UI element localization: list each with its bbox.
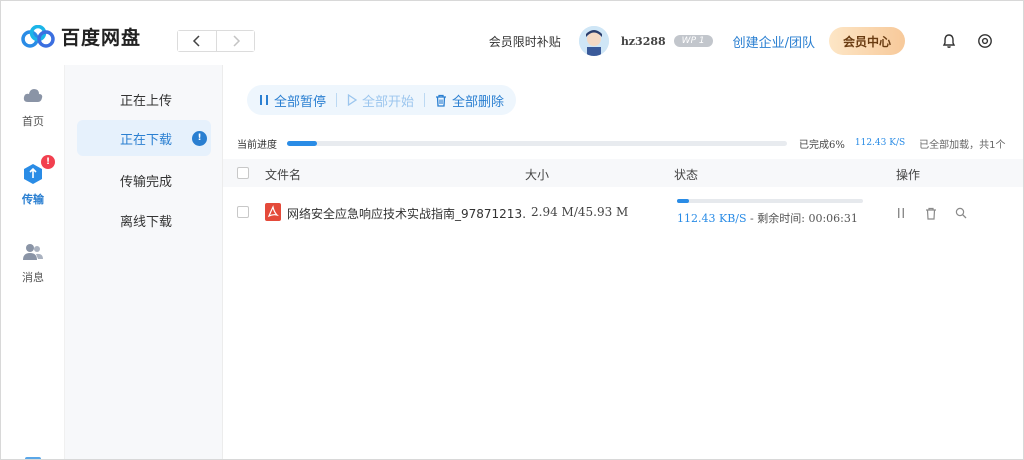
toolbar-divider [424, 93, 426, 107]
history-nav [177, 30, 255, 52]
loaded-count-text: 已全部加载，共1个 [919, 139, 1006, 151]
cloud-icon [22, 85, 44, 107]
member-center-button[interactable]: 会员中心 [828, 27, 905, 55]
trash-icon [435, 94, 447, 107]
transfer-subnav: 正在上传 正在下载 ! 传输完成 离线下载 [65, 65, 223, 459]
rail-label-messages: 消息 [22, 271, 44, 284]
settings-icon [978, 34, 992, 48]
row-progress-bar [677, 199, 863, 203]
subnav-label: 传输完成 [120, 174, 173, 190]
people-icon [22, 241, 44, 263]
delete-all-label: 全部删除 [452, 94, 505, 110]
logo-icon [21, 24, 55, 49]
row-checkbox[interactable] [237, 206, 249, 218]
overall-progress-bar [287, 140, 787, 146]
vip-badge[interactable]: WP 1 [673, 35, 713, 47]
select-all-checkbox[interactable] [237, 167, 249, 179]
pause-icon [898, 208, 904, 218]
progress-done-text: 已完成6% [799, 139, 845, 151]
start-all-button[interactable]: 全部开始 [347, 91, 414, 110]
transfer-badge: ! [41, 155, 55, 169]
baidu-netdisk-window: 百度网盘 会员限时补贴 hz3288 WP 1 创建企业/团队 会员中心 首页 … [0, 0, 1024, 460]
overall-speed: 112.43 K/S [854, 138, 906, 148]
row-locate-button[interactable] [953, 205, 969, 221]
search-icon [955, 207, 967, 219]
column-header-name[interactable]: 文件名 [265, 166, 301, 183]
column-header-status[interactable]: 状态 [674, 166, 698, 183]
subnav-label: 正在上传 [120, 93, 173, 109]
row-pause-button[interactable] [893, 205, 909, 221]
column-header-actions: 操作 [896, 168, 921, 182]
file-name[interactable]: 网络安全应急响应技术实战指南_97871213… [287, 205, 525, 222]
toolbar-divider [336, 93, 338, 107]
forward-button[interactable] [216, 31, 254, 51]
row-delete-button[interactable] [923, 205, 939, 221]
forward-arrow-icon [232, 35, 240, 47]
bell-icon [942, 34, 956, 48]
pause-icon [259, 94, 269, 106]
row-status: 112.43 KB/S - 剩余时间: 00:06:31 [677, 210, 858, 226]
trash-icon [926, 207, 936, 220]
column-header-size[interactable]: 大小 [525, 166, 549, 183]
transfer-icon [22, 163, 44, 185]
table-row[interactable]: 网络安全应急响应技术实战指南_97871213… 2.94 M/45.93 M … [223, 193, 1023, 233]
pause-all-label: 全部暂停 [274, 94, 327, 110]
progress-label: 当前进度 [237, 139, 277, 151]
promo-link[interactable]: 会员限时补贴 [489, 33, 561, 50]
rail-label-home: 首页 [22, 115, 44, 128]
subnav-label: 正在下载 [120, 132, 173, 148]
username[interactable]: hz3288 [621, 35, 666, 48]
header-right: 会员限时补贴 hz3288 WP 1 创建企业/团队 会员中心 [489, 25, 995, 57]
play-icon [347, 94, 358, 106]
back-button[interactable] [178, 31, 216, 51]
app-logo[interactable]: 百度网盘 [21, 23, 141, 50]
row-progress-fill [677, 199, 689, 203]
avatar[interactable] [578, 26, 609, 56]
row-remaining: - 剩余时间: 00:06:31 [746, 212, 858, 225]
delete-all-button[interactable]: 全部删除 [435, 91, 504, 110]
pdf-file-icon [265, 203, 281, 221]
overall-progress-fill [287, 140, 317, 146]
subnav-completed[interactable]: 传输完成 [77, 162, 211, 198]
subnav-label: 离线下载 [120, 214, 173, 230]
rail-item-home[interactable]: 首页 [1, 85, 65, 129]
top-bar: 百度网盘 会员限时补贴 hz3288 WP 1 创建企业/团队 会员中心 [1, 1, 1023, 65]
rail-item-messages[interactable]: 消息 [1, 241, 65, 285]
downloading-badge: ! [192, 131, 207, 146]
subnav-offline[interactable]: 离线下载 [77, 202, 211, 238]
rail-label-transfer: 传输 [22, 193, 44, 206]
batch-toolbar: 全部暂停 全部开始 全部删除 [247, 85, 517, 115]
table-header: 文件名 大小 状态 操作 [223, 159, 1023, 187]
row-speed: 112.43 KB/S [677, 212, 747, 225]
subnav-downloading[interactable]: 正在下载 ! [77, 120, 211, 156]
app-name: 百度网盘 [61, 27, 142, 49]
settings-button[interactable] [975, 31, 995, 51]
rail-item-transfer[interactable]: ! 传输 [1, 155, 65, 207]
left-rail: 首页 ! 传输 消息 [1, 65, 65, 459]
back-arrow-icon [192, 35, 200, 47]
notifications-button[interactable] [939, 31, 959, 51]
file-size: 2.94 M/45.93 M [531, 205, 629, 219]
start-all-label: 全部开始 [362, 94, 415, 110]
pause-all-button[interactable]: 全部暂停 [259, 91, 326, 110]
overall-progress: 当前进度 已完成6% 112.43 K/S 已全部加载，共1个 [237, 135, 1017, 151]
main-content: 全部暂停 全部开始 全部删除 当前进度 已完成6% 112.43 K/S 已全部… [223, 65, 1023, 459]
create-enterprise-link[interactable]: 创建企业/团队 [733, 32, 815, 51]
row-actions [893, 205, 983, 221]
subnav-uploading[interactable]: 正在上传 [77, 81, 211, 117]
